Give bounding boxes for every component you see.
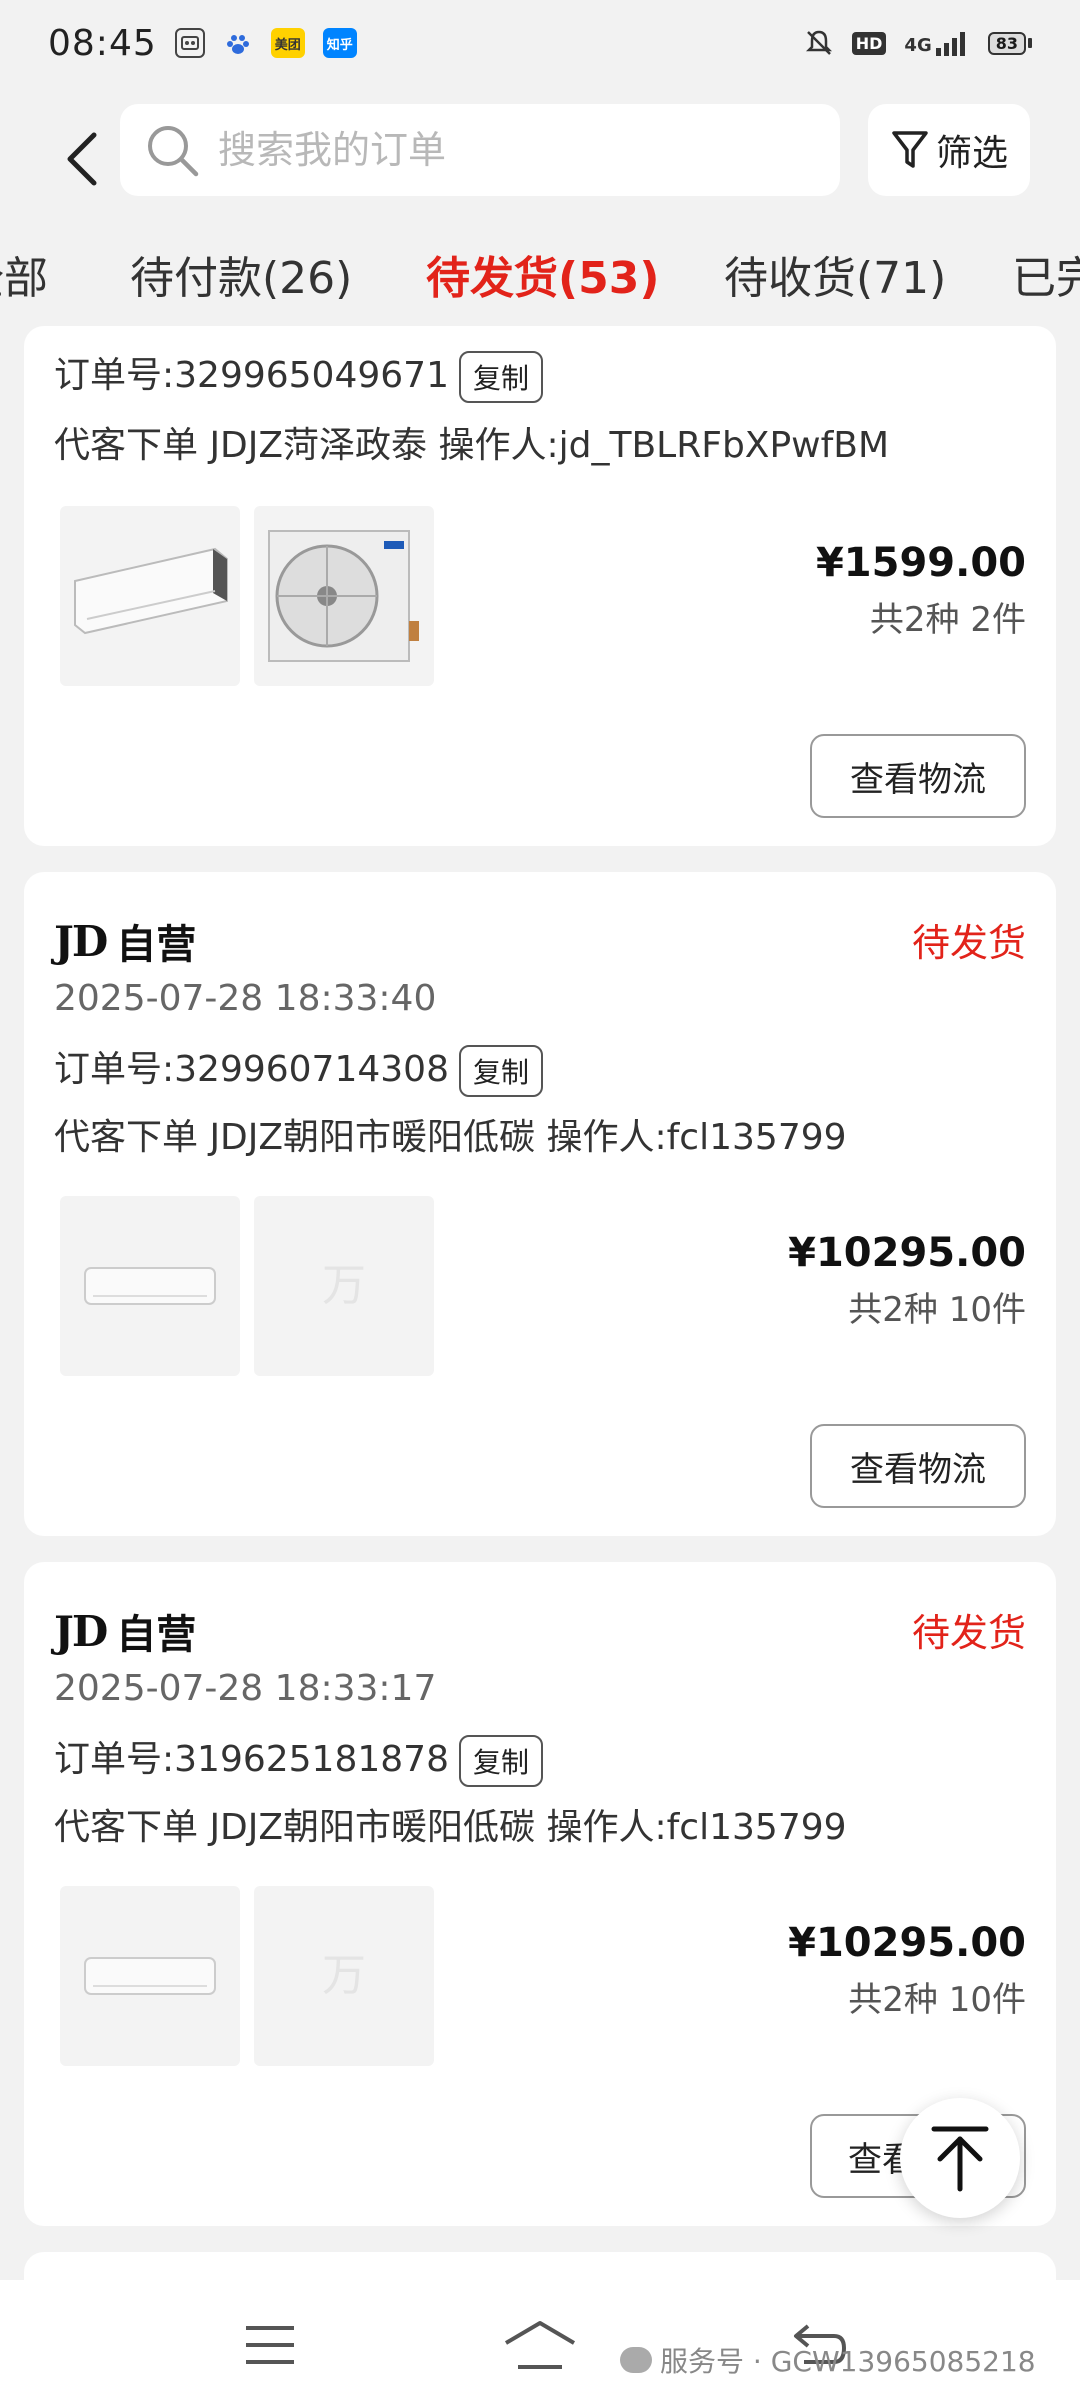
battery-level: 83 bbox=[987, 31, 1026, 55]
order-card[interactable]: JD 自营 待发货 2025-07-28 18:33:17 订单号:319625… bbox=[24, 1562, 1056, 2226]
shop-name: 自营 bbox=[116, 1612, 197, 1658]
order-price: ¥10295.00 bbox=[788, 1920, 1026, 1966]
watermark-text: 服务号 · GCW13965085218 bbox=[660, 2345, 1036, 2378]
air-conditioner-indoor-image bbox=[84, 1267, 216, 1305]
product-thumbnail[interactable]: 万 bbox=[254, 1196, 434, 1376]
product-thumbnail[interactable] bbox=[60, 1196, 240, 1376]
menu-button[interactable] bbox=[230, 2310, 310, 2380]
order-quantity: 共2种 2件 bbox=[869, 600, 1026, 640]
agent-info: 代客下单 JDJZ菏泽政泰 操作人:jd_TBLRFbXPwfBM bbox=[54, 425, 890, 466]
signal-icon: 4G bbox=[904, 30, 969, 56]
order-date: 2025-07-28 18:33:17 bbox=[54, 1668, 437, 1709]
filter-label: 筛选 bbox=[935, 133, 1008, 174]
tab-all[interactable]: 全部 bbox=[0, 242, 48, 306]
watermark: 服务号 · GCW13965085218 bbox=[620, 2340, 1036, 2380]
order-quantity: 共2种 10件 bbox=[848, 1980, 1026, 2020]
wechat-icon bbox=[620, 2347, 652, 2373]
order-price: ¥10295.00 bbox=[788, 1230, 1026, 1276]
tab-pending-payment[interactable]: 待付款(26) bbox=[130, 242, 352, 306]
air-conditioner-outdoor-image bbox=[268, 530, 419, 662]
order-quantity: 共2种 10件 bbox=[848, 1290, 1026, 1330]
placeholder-image: 万 bbox=[322, 1950, 366, 2001]
product-thumbnail[interactable] bbox=[60, 1886, 240, 2066]
agent-info: 代客下单 JDJZ朝阳市暖阳低碳 操作人:fcl135799 bbox=[54, 1807, 847, 1848]
search-icon bbox=[148, 126, 199, 177]
status-bar-right: HD 4G 83 bbox=[804, 28, 1032, 58]
view-logistics-button[interactable]: 查看物流 bbox=[810, 1424, 1026, 1508]
home-button[interactable] bbox=[500, 2310, 580, 2380]
shop-name: 自营 bbox=[116, 922, 197, 968]
order-number: 订单号:329965049671 bbox=[54, 355, 449, 396]
search-box[interactable] bbox=[120, 104, 840, 196]
placeholder-image: 万 bbox=[322, 1260, 366, 1311]
hd-icon: HD bbox=[851, 31, 887, 55]
filter-icon bbox=[892, 131, 928, 168]
order-number: 订单号:319625181878 bbox=[54, 1739, 449, 1780]
zhihu-icon: 知乎 bbox=[322, 28, 357, 58]
product-thumbnail[interactable] bbox=[60, 506, 240, 686]
order-number-row: 订单号:329960714308 复制 bbox=[54, 1040, 543, 1097]
copy-button[interactable]: 复制 bbox=[458, 1045, 543, 1097]
notification-app-icon bbox=[174, 28, 205, 58]
order-number-row: 订单号:329965049671 复制 bbox=[54, 346, 543, 403]
tab-completed[interactable]: 已完 bbox=[1012, 242, 1080, 306]
system-navigation-bar: 服务号 · GCW13965085218 bbox=[0, 2280, 1080, 2408]
order-date: 2025-07-28 18:33:40 bbox=[54, 978, 437, 1019]
copy-button[interactable]: 复制 bbox=[458, 351, 543, 403]
order-card[interactable]: 订单号:329965049671 复制 代客下单 JDJZ菏泽政泰 操作人:jd_… bbox=[24, 326, 1056, 846]
arrow-up-icon bbox=[931, 2126, 989, 2192]
header: 筛选 bbox=[0, 86, 1080, 216]
agent-info: 代客下单 JDJZ朝阳市暖阳低碳 操作人:fcl135799 bbox=[54, 1117, 847, 1158]
product-thumbnail[interactable] bbox=[254, 506, 434, 686]
back-button[interactable] bbox=[52, 114, 112, 204]
svg-text:万: 万 bbox=[322, 1260, 366, 1311]
home-icon bbox=[504, 2321, 576, 2369]
order-status: 待发货 bbox=[911, 1611, 1026, 1655]
mute-bell-icon bbox=[805, 30, 832, 55]
jd-logo: JD bbox=[54, 916, 108, 966]
tab-pending-receipt[interactable]: 待收货(71) bbox=[724, 242, 946, 306]
jd-logo: JD bbox=[54, 1606, 108, 1656]
view-logistics-button[interactable]: 查看物流 bbox=[810, 734, 1026, 818]
order-status-tabs: 全部 待付款(26) 待发货(53) 待收货(71) 已完 bbox=[0, 216, 1080, 326]
search-input[interactable] bbox=[218, 128, 798, 172]
chevron-left-icon bbox=[67, 132, 97, 186]
battery-icon: 83 bbox=[987, 31, 1032, 55]
menu-icon bbox=[246, 2326, 294, 2364]
status-bar-left: 08:45 美团 知乎 bbox=[48, 23, 357, 64]
order-status: 待发货 bbox=[911, 921, 1026, 965]
product-thumbnail[interactable]: 万 bbox=[254, 1886, 434, 2066]
shop-name-row: JD 自营 bbox=[54, 1602, 196, 1660]
copy-button[interactable]: 复制 bbox=[458, 1735, 543, 1787]
svg-text:万: 万 bbox=[322, 1950, 366, 2001]
order-number: 订单号:329960714308 bbox=[54, 1049, 449, 1090]
shop-name-row: JD 自营 bbox=[54, 912, 196, 970]
air-conditioner-indoor-image bbox=[84, 1957, 216, 1995]
network-type: 4G bbox=[904, 35, 932, 56]
order-price: ¥1599.00 bbox=[815, 540, 1026, 586]
filter-button[interactable]: 筛选 bbox=[868, 104, 1030, 196]
tab-pending-shipment[interactable]: 待发货(53) bbox=[426, 242, 659, 306]
baidu-icon bbox=[223, 28, 253, 58]
clock: 08:45 bbox=[48, 22, 157, 64]
order-card[interactable]: JD 自营 待发货 2025-07-28 18:33:40 订单号:329960… bbox=[24, 872, 1056, 1536]
scroll-to-top-button[interactable] bbox=[900, 2098, 1020, 2218]
order-number-row: 订单号:319625181878 复制 bbox=[54, 1730, 543, 1787]
status-bar: 08:45 美团 知乎 HD 4G 83 bbox=[0, 0, 1080, 86]
meituan-icon: 美团 bbox=[270, 28, 305, 58]
air-conditioner-indoor-image bbox=[74, 547, 228, 635]
